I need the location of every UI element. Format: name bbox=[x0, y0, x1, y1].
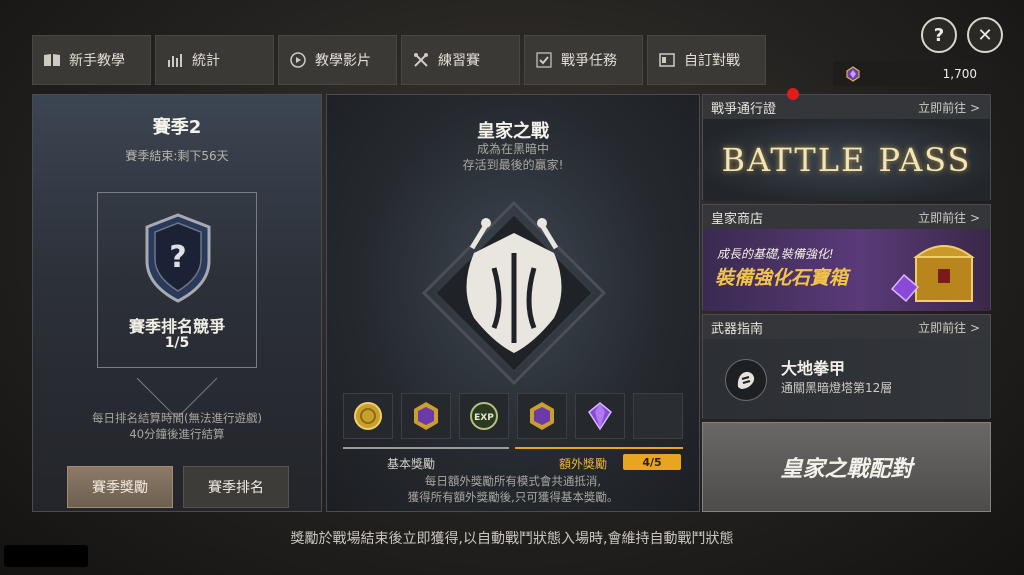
svg-text:?: ? bbox=[169, 240, 186, 275]
gem-icon bbox=[845, 65, 861, 82]
royal-battle-match-button[interactable]: 皇家之戰配對 bbox=[702, 422, 991, 512]
weapon-guide-go-link[interactable]: 立即前往 > bbox=[918, 319, 980, 336]
redacted-box bbox=[4, 545, 88, 567]
battle-pass-card[interactable]: 戰爭通行證 立即前往 > BATTLE PASS bbox=[702, 94, 991, 201]
weapon-name: 大地拳甲 bbox=[781, 359, 846, 378]
royal-shop-card[interactable]: 皇家商店 立即前往 > 成長的基礎,裝備強化! 裝備強化石寶箱 bbox=[702, 204, 991, 311]
purple-medal-icon bbox=[530, 402, 554, 430]
tab-practice-match[interactable]: 練習賽 bbox=[401, 35, 520, 85]
bar-chart-icon bbox=[166, 51, 184, 69]
weapon-guide-title: 武器指南 bbox=[711, 321, 764, 337]
tab-war-missions[interactable]: 戰爭任務 bbox=[524, 35, 643, 85]
reward-slot[interactable] bbox=[517, 393, 567, 439]
royal-battle-description: 成為在黑暗中 存活到最後的贏家! bbox=[327, 141, 699, 173]
weapon-guide-body[interactable]: 大地拳甲 通關黑暗燈塔第12層 bbox=[703, 339, 990, 419]
basic-reward-divider bbox=[343, 447, 509, 449]
reward-slot[interactable] bbox=[401, 393, 451, 439]
shop-banner-title: 裝備強化石寶箱 bbox=[715, 267, 849, 289]
weapon-unlock-desc: 通關黑暗燈塔第12層 bbox=[781, 381, 893, 395]
reward-slot[interactable] bbox=[343, 393, 393, 439]
royal-desc-line2: 存活到最後的贏家! bbox=[462, 158, 564, 172]
battle-pass-banner-text: BATTLE PASS bbox=[721, 141, 972, 179]
weapon-guide-card[interactable]: 武器指南 立即前往 > 大地拳甲 通關黑暗燈塔第12層 bbox=[702, 314, 991, 419]
tools-icon bbox=[412, 51, 430, 69]
tab-label: 教學影片 bbox=[315, 53, 371, 69]
settlement-note: 每日排名結算時間(無法進行遊戲) 40分鐘後進行結算 bbox=[33, 410, 321, 442]
play-icon bbox=[289, 51, 307, 69]
royal-shop-header: 皇家商店 立即前往 > bbox=[703, 205, 990, 229]
close-button[interactable]: ✕ bbox=[967, 17, 1003, 53]
currency-display: 1,700 bbox=[833, 61, 991, 86]
tab-label: 統計 bbox=[192, 53, 220, 69]
reward-list: EXP bbox=[343, 393, 683, 439]
royal-battle-panel: 皇家之戰 成為在黑暗中 存活到最後的贏家! EXP 基本獎勵 額外獎勵 4/5 … bbox=[326, 94, 700, 512]
season-ranking-button[interactable]: 賽季排名 bbox=[183, 466, 289, 508]
exp-icon: EXP bbox=[470, 402, 498, 430]
tab-label: 戰爭任務 bbox=[561, 53, 617, 69]
basic-reward-label: 基本獎勵 bbox=[387, 457, 436, 471]
royal-shop-banner[interactable]: 成長的基礎,裝備強化! 裝備強化石寶箱 bbox=[703, 229, 990, 311]
season-remaining: 賽季結束:剩下56天 bbox=[125, 149, 229, 163]
tab-statistics[interactable]: 統計 bbox=[155, 35, 274, 85]
mode-tab-bar: 新手教學 統計 教學影片 練習賽 戰爭任務 自訂對戰 bbox=[32, 35, 766, 85]
settlement-note-line2: 40分鐘後進行結算 bbox=[129, 427, 225, 441]
tab-label: 自訂對戰 bbox=[684, 53, 740, 69]
extra-reward-label: 額外獎勵 bbox=[559, 457, 608, 471]
season-title: 賽季2 bbox=[152, 117, 202, 138]
battle-pass-header: 戰爭通行證 立即前往 > bbox=[703, 95, 990, 119]
tab-tutorial-videos[interactable]: 教學影片 bbox=[278, 35, 397, 85]
rank-competition-title: 賽季排名競爭 bbox=[128, 317, 225, 336]
purple-crystal-icon bbox=[588, 402, 612, 431]
gauntlet-icon bbox=[725, 359, 767, 401]
unknown-rank-badge-icon: ? bbox=[145, 213, 211, 303]
royal-desc-line1: 成為在黑暗中 bbox=[476, 142, 549, 156]
reward-footnote: 每日額外獎勵所有模式會共通抵消, 獲得所有額外獎勵後,只可獲得基本獎勵。 bbox=[327, 473, 699, 505]
battle-pass-go-link[interactable]: 立即前往 > bbox=[918, 99, 980, 116]
tab-beginner-tutorial[interactable]: 新手教學 bbox=[32, 35, 151, 85]
treasure-chest-icon bbox=[890, 245, 975, 303]
royal-battle-title: 皇家之戰 bbox=[477, 121, 549, 142]
settlement-note-line1: 每日排名結算時間(無法進行遊戲) bbox=[92, 411, 262, 425]
square-icon bbox=[658, 51, 676, 69]
battle-pass-banner[interactable]: BATTLE PASS bbox=[703, 119, 990, 201]
reward-footnote-line1: 每日額外獎勵所有模式會共通抵消, bbox=[424, 474, 602, 488]
exp-text: EXP bbox=[474, 413, 494, 423]
book-icon bbox=[43, 51, 61, 69]
royal-shop-title: 皇家商店 bbox=[711, 211, 764, 227]
reward-footnote-line2: 獲得所有額外獎勵後,只可獲得基本獎勵。 bbox=[407, 490, 619, 504]
purple-medal-icon bbox=[414, 402, 438, 430]
extra-reward-count: 4/5 bbox=[623, 454, 681, 470]
royal-shop-go-link[interactable]: 立即前往 > bbox=[918, 209, 980, 226]
gold-coin-icon bbox=[354, 402, 382, 430]
season-reward-button[interactable]: 賽季獎勵 bbox=[67, 466, 173, 508]
check-icon bbox=[535, 51, 553, 69]
tab-custom-match[interactable]: 自訂對戰 bbox=[647, 35, 766, 85]
reward-slot-empty bbox=[633, 393, 683, 439]
reward-slot[interactable]: EXP bbox=[459, 393, 509, 439]
rank-competition-count: 1/5 bbox=[164, 335, 190, 351]
notification-dot bbox=[787, 88, 799, 100]
royal-battle-emblem-icon bbox=[421, 200, 607, 386]
extra-reward-divider bbox=[515, 447, 683, 449]
season-panel: 賽季2 賽季結束:剩下56天 ? 賽季排名競爭 1/5 每日排名結算時間(無法進… bbox=[32, 94, 322, 512]
auto-battle-note: 獎勵於戰場結束後立即獲得,以自動戰鬥狀態入場時,會維持自動戰鬥狀態 bbox=[290, 531, 734, 547]
tab-label: 新手教學 bbox=[69, 53, 125, 69]
reward-slot[interactable] bbox=[575, 393, 625, 439]
weapon-guide-header: 武器指南 立即前往 > bbox=[703, 315, 990, 339]
battle-pass-title: 戰爭通行證 bbox=[711, 101, 777, 117]
tab-label: 練習賽 bbox=[438, 53, 480, 69]
currency-amount: 1,700 bbox=[942, 66, 977, 81]
help-button[interactable]: ? bbox=[921, 17, 957, 53]
shop-banner-tagline: 成長的基礎,裝備強化! bbox=[717, 247, 834, 261]
